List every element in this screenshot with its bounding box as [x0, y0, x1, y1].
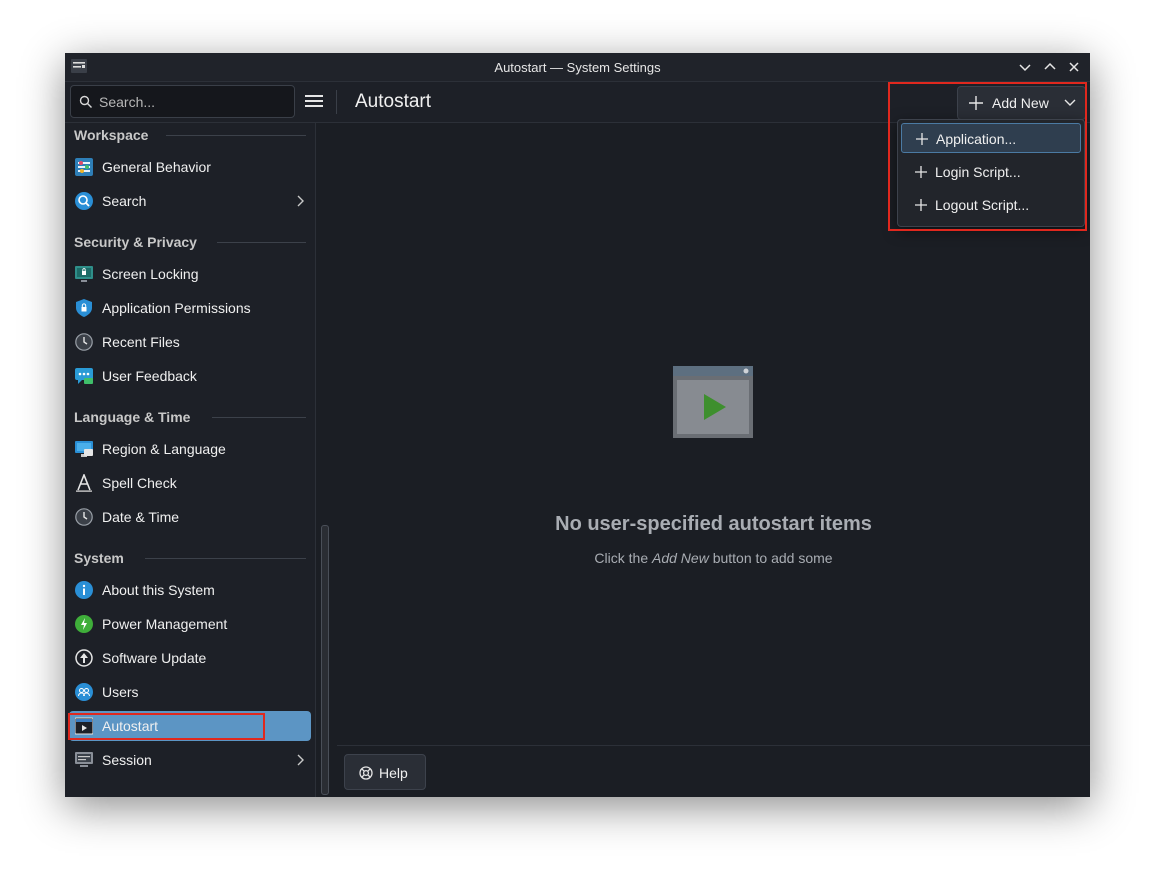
help-icon [359, 766, 373, 780]
window-title: Autostart — System Settings [494, 60, 661, 75]
help-button[interactable]: Help [344, 754, 426, 790]
sidebar-item-label: About this System [102, 582, 215, 598]
sidebar-item-screen-locking[interactable]: Screen Locking [69, 259, 311, 289]
chevron-right-icon [297, 754, 304, 766]
empty-sub-suffix: button to add some [708, 550, 833, 566]
empty-sub-prefix: Click the [594, 550, 652, 566]
chevron-right-icon [297, 195, 304, 207]
general-behavior-icon [75, 158, 93, 176]
section-divider [217, 242, 306, 243]
sidebar-item-application-permissions[interactable]: Application Permissions [69, 293, 311, 323]
close-icon [1069, 62, 1079, 72]
system-settings-window: Autostart — System Settings Autostart [65, 53, 1090, 797]
sidebar-divider [315, 123, 316, 797]
sidebar-item-search[interactable]: Search [69, 186, 311, 216]
sidebar-item-spell-check[interactable]: Spell Check [69, 468, 311, 498]
empty-sub-emphasis: Add New [652, 550, 709, 566]
footer-bar: Help [337, 745, 1090, 797]
search-box[interactable] [70, 85, 295, 118]
sidebar-item-date-time[interactable]: Date & Time [69, 502, 311, 532]
menu-item-label: Application... [936, 131, 1017, 147]
maximize-button[interactable] [1041, 58, 1059, 76]
sidebar-item-software-update[interactable]: Software Update [69, 643, 311, 673]
section-language-time: Language & Time [74, 409, 191, 425]
minimize-button[interactable] [1016, 58, 1034, 76]
sidebar-item-label: Users [102, 684, 139, 700]
sidebar-item-label: Autostart [102, 718, 159, 734]
sidebar-item-recent-files[interactable]: Recent Files [69, 327, 311, 357]
plus-icon [969, 96, 983, 110]
sidebar-item-label: Application Permissions [102, 300, 251, 316]
users-icon [75, 683, 93, 701]
spell-check-icon [75, 474, 93, 492]
sidebar-item-label: Session [102, 752, 152, 768]
toolbar-divider [336, 90, 337, 114]
autostart-placeholder-icon [673, 366, 753, 438]
screen-lock-icon [75, 265, 93, 283]
sidebar-item-label: General Behavior [102, 159, 211, 175]
sidebar-item-label: Region & Language [102, 441, 226, 457]
section-divider [212, 417, 306, 418]
help-label: Help [379, 765, 408, 781]
title-bar: Autostart — System Settings [65, 53, 1090, 82]
sidebar-item-label: Screen Locking [102, 266, 199, 282]
info-icon [75, 581, 93, 599]
sidebar-item-power-management[interactable]: Power Management [69, 609, 311, 639]
search-icon [79, 95, 92, 108]
plus-icon [916, 133, 928, 145]
section-divider [166, 135, 306, 136]
sidebar-item-user-feedback[interactable]: User Feedback [69, 361, 311, 391]
add-new-button[interactable]: Add New [957, 86, 1086, 120]
sidebar-item-label: Software Update [102, 650, 207, 666]
sidebar-item-autostart[interactable]: Autostart [69, 711, 311, 741]
section-workspace: Workspace [74, 127, 149, 143]
empty-state-subtitle: Click the Add New button to add some [337, 550, 1090, 566]
empty-state-title: No user-specified autostart items [555, 513, 872, 535]
region-icon [75, 440, 93, 458]
menu-item-label: Login Script... [935, 164, 1021, 180]
sidebar-item-users[interactable]: Users [69, 677, 311, 707]
section-security-privacy: Security & Privacy [74, 234, 197, 250]
sidebar-item-label: Spell Check [102, 475, 177, 491]
chevron-down-icon [1019, 64, 1031, 72]
add-new-dropdown-menu: Application... Login Script... Logout Sc… [897, 119, 1085, 227]
menu-item-logout-script[interactable]: Logout Script... [901, 190, 1081, 220]
plus-icon [915, 199, 927, 211]
search-icon [75, 192, 93, 210]
chevron-up-icon [1044, 62, 1056, 70]
sidebar-scrollbar[interactable] [321, 525, 329, 795]
sidebar-item-general-behavior[interactable]: General Behavior [69, 152, 311, 182]
search-input[interactable] [97, 92, 291, 112]
close-window-button[interactable] [1065, 58, 1083, 76]
sidebar-item-label: User Feedback [102, 368, 197, 384]
sidebar-item-label: Search [102, 193, 147, 209]
sidebar-item-session[interactable]: Session [69, 745, 311, 775]
page-title: Autostart [355, 91, 432, 112]
sidebar-item-about-this-system[interactable]: About this System [69, 575, 311, 605]
sidebar-item-region-language[interactable]: Region & Language [69, 434, 311, 464]
power-icon [75, 615, 93, 633]
sidebar-item-label: Recent Files [102, 334, 180, 350]
menu-item-application[interactable]: Application... [901, 123, 1081, 153]
session-icon [75, 751, 93, 769]
section-divider [145, 558, 306, 559]
sidebar-item-label: Date & Time [102, 509, 180, 525]
menu-item-login-script[interactable]: Login Script... [901, 157, 1081, 187]
chevron-down-icon [1064, 99, 1076, 106]
toolbar: Autostart Add New [65, 82, 1090, 123]
clock-icon [75, 333, 93, 351]
menu-item-label: Logout Script... [935, 197, 1030, 213]
sidebar: Workspace General Behavior Search Securi… [65, 123, 315, 797]
plus-icon [915, 166, 927, 178]
add-new-label: Add New [992, 95, 1049, 111]
autostart-icon [75, 717, 93, 735]
hamburger-menu-icon[interactable] [305, 93, 323, 109]
feedback-icon [75, 367, 93, 385]
sidebar-item-label: Power Management [102, 616, 228, 632]
update-icon [75, 649, 93, 667]
shield-icon [75, 299, 93, 317]
clock-icon [75, 508, 93, 526]
section-system: System [74, 550, 124, 566]
